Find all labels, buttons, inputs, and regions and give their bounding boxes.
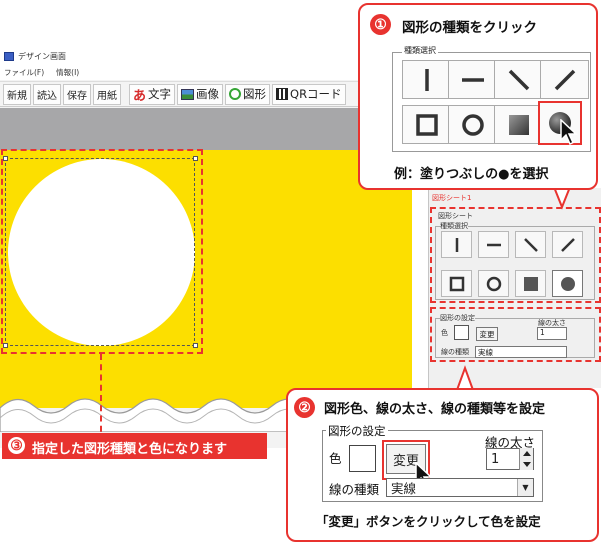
vertical-line-button[interactable]	[402, 60, 451, 99]
mouse-pointer-icon	[560, 119, 578, 146]
title-bar: デザイン画面	[0, 48, 412, 65]
window-title: デザイン画面	[18, 52, 66, 61]
step1-type-group-label: 種類選択	[402, 45, 438, 56]
square-outline-icon	[415, 113, 438, 136]
step2-width-value: 1	[491, 451, 500, 467]
chevron-down-icon: ▼	[517, 479, 533, 496]
step1-caption: 例：塗りつぶしの●を選択	[394, 167, 549, 182]
diagonal-up-icon	[554, 69, 575, 90]
callout-step2: ② 図形色、線の太さ、線の種類等を設定 図形の設定 色 変更 線の太さ 1 線の…	[286, 388, 599, 542]
shape-button-label: 図形	[243, 87, 267, 101]
callout2-tail	[456, 365, 474, 391]
menu-info[interactable]: 情報(I)	[56, 67, 79, 78]
step2-width-input[interactable]: 1	[486, 448, 534, 470]
open-button[interactable]: 読込	[33, 83, 61, 105]
image-button[interactable]: 画像	[177, 83, 224, 105]
open-button-label: 読込	[37, 90, 57, 102]
callout-step3: ③ 指定した図形種類と色になります	[2, 433, 267, 459]
menu-bar: ファイル(F) 情報(I)	[0, 65, 412, 80]
save-button[interactable]: 保存	[63, 83, 91, 105]
qr-button[interactable]: QRコード	[272, 83, 346, 105]
callout-step1: ① 図形の種類をクリック 種類選択 例：塗りつぶしの●を選択	[358, 3, 598, 190]
step2-color-label: 色	[329, 451, 342, 466]
step2-title: 図形色、線の太さ、線の種類等を設定	[324, 402, 546, 417]
qr-button-label: QRコード	[290, 87, 342, 101]
diagonal-down-icon	[508, 69, 529, 90]
spin-down-icon	[522, 462, 531, 467]
diagonal-up-button[interactable]	[540, 60, 589, 99]
save-button-label: 保存	[67, 90, 87, 102]
menu-file[interactable]: ファイル(F)	[4, 67, 44, 78]
callout1-tail	[553, 187, 571, 210]
step2-line-type-label: 線の種類	[329, 482, 380, 497]
diagonal-down-button[interactable]	[494, 60, 543, 99]
step2-badge: ②	[294, 397, 315, 418]
hiragana-a-icon: あ	[133, 88, 147, 104]
horizontal-line-button[interactable]	[448, 60, 497, 99]
shape-highlight-frame	[1, 149, 203, 354]
text-button-label: 文字	[148, 87, 172, 101]
circle-outline-icon	[461, 113, 484, 136]
spin-up-icon	[522, 451, 531, 456]
square-filled-button[interactable]	[494, 105, 543, 144]
circle-icon	[229, 88, 242, 100]
horizontal-line-icon	[461, 77, 484, 82]
step2-color-swatch[interactable]	[349, 445, 376, 472]
callout3-leader-line	[100, 354, 102, 442]
step2-width-spinner[interactable]	[519, 448, 533, 470]
square-outline-button[interactable]	[402, 105, 451, 144]
step1-badge: ①	[370, 14, 391, 35]
step2-settings-label: 図形の設定	[326, 423, 388, 439]
app-icon	[4, 52, 14, 61]
vertical-line-icon	[424, 68, 429, 91]
qr-code-icon	[276, 88, 289, 100]
workspace-background	[0, 108, 412, 150]
image-button-label: 画像	[196, 87, 220, 101]
paper-button-label: 用紙	[97, 90, 117, 102]
circle-outline-button[interactable]	[448, 105, 497, 144]
image-icon	[181, 88, 195, 100]
text-button[interactable]: あ 文字	[129, 83, 176, 105]
sheet-tab[interactable]: 図形シート1	[432, 193, 471, 203]
new-button-label: 新規	[7, 90, 27, 102]
step3-text: 指定した図形種類と色になります	[32, 442, 228, 457]
step3-badge: ③	[6, 435, 27, 456]
panel-type-highlight	[430, 207, 601, 303]
step2-line-type-select[interactable]: 実線 ▼	[386, 478, 534, 497]
step1-title: 図形の種類をクリック	[402, 20, 537, 36]
toolbar: 新規 読込 保存 用紙 あ 文字 画像 図形 QRコード	[0, 81, 412, 107]
step2-line-type-value: 実線	[391, 481, 417, 496]
step2-caption: 「変更」ボタンをクリックして色を設定	[316, 514, 541, 529]
new-button[interactable]: 新規	[3, 83, 31, 105]
square-filled-icon	[508, 114, 529, 135]
shape-button[interactable]: 図形	[225, 83, 271, 105]
paper-button[interactable]: 用紙	[93, 83, 121, 105]
panel-settings-highlight	[430, 307, 601, 362]
